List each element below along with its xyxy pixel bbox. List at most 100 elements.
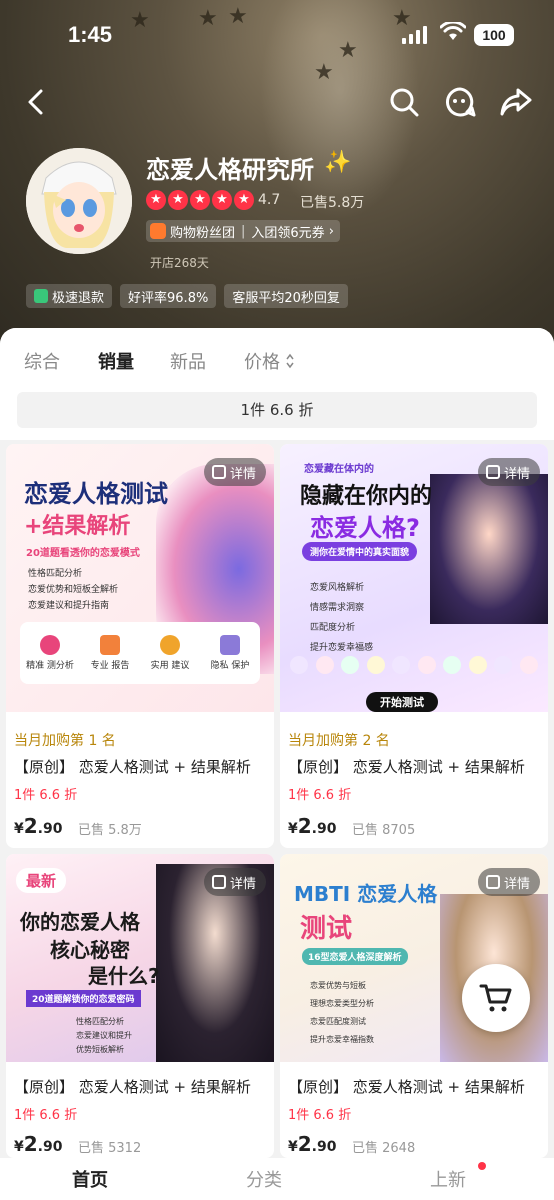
shop-avatar[interactable] (26, 148, 132, 254)
shield-check-icon (34, 289, 48, 303)
fan-group-icon (150, 223, 166, 239)
detail-button[interactable]: 详情 (203, 868, 266, 896)
tab-new[interactable]: 新品 (170, 348, 206, 374)
poster-subheadline: 是什么? (88, 964, 160, 988)
poster-bullet: 情感需求洞察 (310, 603, 365, 613)
product-price: ¥2.90 (14, 814, 63, 838)
shopping-cart-icon (479, 984, 512, 1012)
product-title[interactable]: 【原创】 恋爱人格测试 + 结果解析 (288, 756, 525, 777)
tag-positive-rate[interactable]: 好评率96.8% (120, 284, 217, 308)
search-button[interactable] (386, 84, 422, 120)
poster-tagline: 20道题解锁你的恋爱密码 (26, 990, 141, 1007)
sparkle-icon: ✨ (324, 150, 352, 175)
tag-label: 客服平均20秒回复 (232, 290, 340, 306)
poster-feature-row: 精准 测分析 专业 报告 实用 建议 隐私 保护 (20, 622, 260, 684)
promo-label: 1件 6.6 折 (288, 1108, 352, 1123)
tab-price[interactable]: 价格 (244, 348, 280, 374)
product-card[interactable]: 恋爱人格测试 +结果解析 20道题看透你的恋爱模式 性格匹配分析 恋爱优势和短板… (6, 444, 274, 848)
detail-button[interactable]: 详情 (203, 458, 266, 486)
poster-feature: 实用 建议 (145, 635, 195, 671)
chevron-left-icon (28, 89, 43, 115)
product-card[interactable]: 恋爱藏在体内的 隐藏在你内的 恋爱人格? 测你在爱情中的真实面貌 恋爱风格解析 … (280, 444, 548, 848)
sort-arrows-icon (286, 353, 294, 369)
wifi-icon (440, 22, 466, 40)
shop-name: 恋爱人格研究所 (146, 156, 314, 184)
search-icon (390, 88, 419, 117)
nav-category[interactable]: 分类 (246, 1166, 282, 1192)
share-button[interactable] (498, 84, 534, 120)
poster-icon-row (290, 656, 538, 686)
fan-group-action: 入团领6元券 (251, 225, 325, 241)
poster-bullet: 恋爱建议和提升 (76, 1031, 132, 1040)
tag-reply-time[interactable]: 客服平均20秒回复 (224, 284, 348, 308)
detail-button[interactable]: 详情 (477, 458, 540, 486)
star-icon: ★ (190, 190, 210, 210)
poster-bullet: 理想恋爱类型分析 (310, 999, 374, 1008)
poster-headline: MBTI 恋爱人格 (294, 882, 438, 906)
document-icon (211, 875, 226, 889)
star-icon: ★ (168, 190, 188, 210)
nav-new-arrivals[interactable]: 上新 (430, 1166, 466, 1192)
poster-caption: 恋爱藏在体内的 (304, 464, 374, 475)
product-image[interactable]: 恋爱藏在体内的 隐藏在你内的 恋爱人格? 测你在爱情中的真实面貌 恋爱风格解析 … (280, 444, 548, 712)
tab-sales[interactable]: 销量 (98, 348, 134, 374)
product-price: ¥2.90 (14, 1132, 63, 1156)
product-title[interactable]: 【原创】 恋爱人格测试 + 结果解析 (14, 1076, 251, 1097)
poster-feature: 专业 报告 (85, 635, 135, 671)
sort-tabs: 综合 销量 新品 价格 (0, 328, 554, 388)
customer-service-button[interactable] (442, 84, 478, 120)
fan-group-button[interactable]: 购物粉丝团 | 入团领6元券 › (146, 220, 340, 242)
signal-icon (402, 26, 427, 44)
poster-bullet: 性格匹配分析 (28, 569, 83, 579)
back-button[interactable] (18, 84, 54, 120)
sold-count: 已售 8705 (352, 823, 416, 838)
poster-subheadline: 核心秘密 (50, 938, 130, 962)
battery-indicator: 100 (474, 24, 514, 46)
poster-bullet: 优势短板解析 (76, 1045, 124, 1054)
poster-bullet: 恋爱匹配度测试 (310, 1017, 366, 1026)
filter-bar: 1件 6.6 折 (0, 388, 554, 440)
poster-start-button: 开始测试 (366, 692, 438, 712)
cart-button[interactable] (462, 964, 530, 1032)
product-title[interactable]: 【原创】 恋爱人格测试 + 结果解析 (288, 1076, 525, 1097)
star-icon: ★ (146, 190, 166, 210)
detail-button[interactable]: 详情 (477, 868, 540, 896)
poster-bullet: 恋爱建议和提升指南 (28, 601, 110, 611)
sold-count: 已售 2648 (352, 1141, 416, 1156)
document-icon (211, 465, 226, 479)
product-image[interactable]: 恋爱人格测试 +结果解析 20道题看透你的恋爱模式 性格匹配分析 恋爱优势和短板… (6, 444, 274, 712)
poster-tagline: 16型恋爱人格深度解析 (302, 948, 408, 965)
tag-fast-refund[interactable]: 极速退款 (26, 284, 113, 308)
sold-count: 已售 5.8万 (78, 823, 142, 838)
product-card[interactable]: 最新 你的恋爱人格 核心秘密 是什么? 20道题解锁你的恋爱密码 性格匹配分析 … (6, 854, 274, 1158)
tag-label: 极速退款 (52, 290, 105, 306)
product-image[interactable]: 最新 你的恋爱人格 核心秘密 是什么? 20道题解锁你的恋爱密码 性格匹配分析 … (6, 854, 274, 1062)
poster-bullet: 提升恋爱幸福指数 (310, 1035, 374, 1044)
rank-label: 当月加购第 2 名 (288, 733, 390, 749)
status-bar: 1:45 100 (0, 0, 554, 70)
promo-filter-chip[interactable]: 1件 6.6 折 (17, 392, 537, 428)
fan-group-label: 购物粉丝团 (170, 225, 236, 241)
poster-feature: 隐私 保护 (205, 635, 255, 671)
rating-stars: ★ ★ ★ ★ ★ (146, 190, 254, 210)
poster-bullet: 恋爱优势和短板全解析 (28, 585, 119, 595)
divider: | (241, 223, 246, 239)
shop-sold-count: 已售5.8万 (300, 195, 365, 211)
poster-tagline: 测你在爱情中的真实面貌 (302, 542, 418, 561)
tab-comprehensive[interactable]: 综合 (24, 348, 60, 374)
product-image[interactable]: MBTI 恋爱人格 测试 16型恋爱人格深度解析 恋爱优势与短板 理想恋爱类型分… (280, 854, 548, 1062)
product-title[interactable]: 【原创】 恋爱人格测试 + 结果解析 (14, 756, 251, 777)
poster-subheadline: 恋爱人格? (310, 514, 420, 542)
status-time: 1:45 (68, 22, 113, 47)
poster-woman-illustration (430, 474, 548, 624)
anime-girl-avatar-image (26, 148, 132, 254)
rank-label: 当月加购第 1 名 (14, 733, 116, 749)
product-price: ¥2.90 (288, 814, 337, 838)
tag-label: 好评率96.8% (128, 290, 209, 306)
promo-label: 1件 6.6 折 (288, 788, 352, 803)
promo-label: 1件 6.6 折 (14, 788, 78, 803)
product-price: ¥2.90 (288, 1132, 337, 1156)
poster-bullet: 提升恋爱幸福感 (310, 643, 374, 653)
poster-headline: 你的恋爱人格 (20, 910, 140, 934)
nav-home[interactable]: 首页 (72, 1166, 108, 1192)
